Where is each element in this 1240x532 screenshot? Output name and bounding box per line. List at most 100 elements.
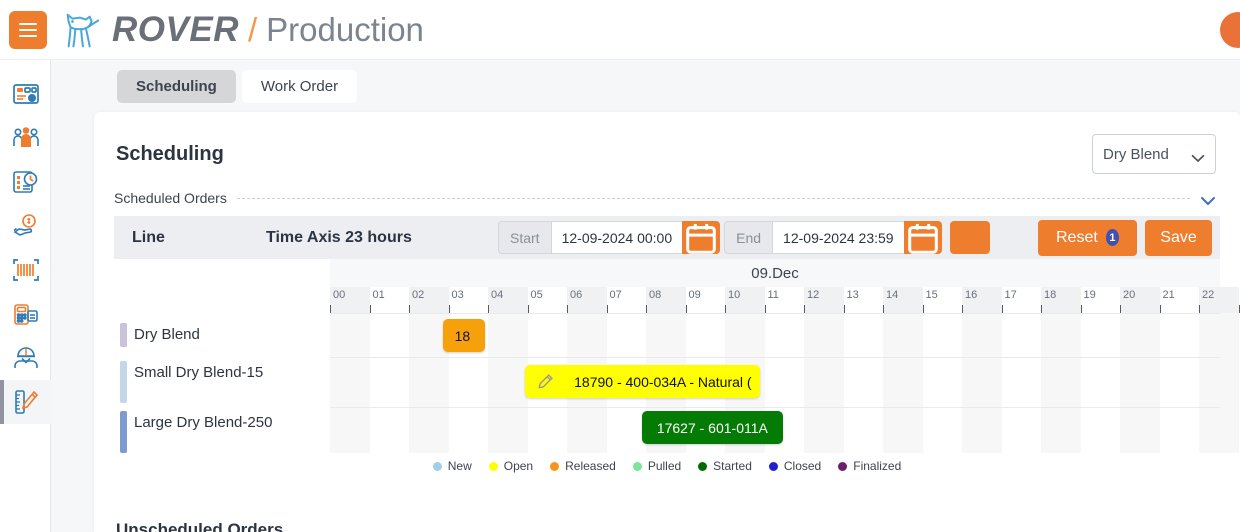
hour-tick-19: 19 bbox=[1080, 287, 1121, 313]
hour-tick-02: 02 bbox=[409, 287, 449, 313]
pencil-icon[interactable] bbox=[537, 373, 554, 390]
gantt-row bbox=[330, 357, 1220, 407]
reset-label: Reset bbox=[1056, 228, 1098, 246]
save-label: Save bbox=[1160, 228, 1197, 246]
brand-separator: / bbox=[247, 10, 258, 48]
legend-color-dot bbox=[632, 461, 642, 471]
line-selector-dropdown[interactable]: Dry Blend bbox=[1092, 134, 1216, 174]
unscheduled-orders-title: Unscheduled Orders bbox=[116, 520, 284, 532]
end-label: End bbox=[724, 221, 773, 254]
hour-tick-17: 17 bbox=[1001, 287, 1042, 313]
legend-label: Closed bbox=[783, 459, 822, 473]
hour-tick-08: 08 bbox=[646, 287, 686, 313]
module-name: Production bbox=[266, 10, 424, 48]
legend-color-dot bbox=[838, 461, 848, 471]
gantt-row-label: Large Dry Blend-250 bbox=[114, 407, 330, 453]
sidebar-item-production-scheduling[interactable] bbox=[0, 380, 51, 424]
start-calendar-icon[interactable] bbox=[682, 221, 721, 254]
gantt-bar[interactable]: 18 bbox=[442, 319, 485, 352]
col-header-time-axis: Time Axis 23 hours bbox=[266, 228, 412, 246]
col-header-line: Line bbox=[132, 228, 165, 246]
legend-color-dot bbox=[432, 461, 442, 471]
hour-tick-11: 11 bbox=[764, 287, 805, 313]
hand-money-icon bbox=[12, 212, 40, 240]
legend-color-dot bbox=[550, 461, 560, 471]
sidebar bbox=[0, 60, 51, 532]
row-label-text: Small Dry Blend-15 bbox=[134, 364, 264, 381]
hour-tick-04: 04 bbox=[488, 287, 528, 313]
hour-tick-07: 07 bbox=[606, 287, 647, 313]
legend-label: Started bbox=[713, 459, 752, 473]
search-button[interactable] bbox=[949, 221, 990, 260]
legend-color-dot bbox=[768, 461, 778, 471]
hour-tick-14: 14 bbox=[883, 287, 923, 313]
legend-label: Open bbox=[503, 459, 534, 473]
scheduled-orders-fieldset-header: Scheduled Orders bbox=[114, 190, 1216, 206]
hour-tick-06: 06 bbox=[567, 287, 607, 313]
sidebar-item-time-report[interactable] bbox=[0, 160, 51, 204]
legend-label: Released bbox=[565, 459, 616, 473]
hour-tick-01: 01 bbox=[369, 287, 410, 313]
chevron-down-icon bbox=[1191, 150, 1205, 162]
scheduling-panel: Scheduling Dry Blend Scheduled Orders Li… bbox=[94, 112, 1240, 532]
scheduled-orders-legend: Scheduled Orders bbox=[114, 190, 227, 206]
gantt-bar-label: 18790 - 400-034A - Natural ( bbox=[574, 373, 752, 390]
start-datetime-group: Start 12-09-2024 00:00 bbox=[498, 221, 721, 254]
sidebar-item-pos-terminal[interactable] bbox=[0, 292, 51, 336]
hamburger-menu-icon[interactable] bbox=[9, 10, 47, 49]
main-content: Scheduling Work Order Scheduling Dry Ble… bbox=[51, 60, 1240, 532]
page-title: Scheduling bbox=[116, 142, 224, 165]
gantt-row-label: Dry Blend bbox=[114, 313, 330, 357]
legend-label: Finalized bbox=[853, 459, 902, 473]
gantt-chart: 09.Dec 00 01 02 03 04 05 06 07 08 09 10 11 12 13 14 15 1… bbox=[114, 259, 1240, 484]
legend-item: Pulled bbox=[632, 459, 681, 473]
divider bbox=[236, 197, 1190, 199]
gantt-legend: New Open Released Pulled Started Closed Finali… bbox=[114, 459, 1220, 473]
legend-item: Released bbox=[550, 459, 616, 473]
app-root: ROVER / Production Scheduling Work Order… bbox=[0, 0, 1240, 532]
hour-tick-16: 16 bbox=[962, 287, 1002, 313]
legend-label: New bbox=[447, 459, 472, 473]
clock-report-icon bbox=[12, 168, 40, 196]
row-label-text: Large Dry Blend-250 bbox=[134, 414, 273, 431]
start-input[interactable]: 12-09-2024 00:00 bbox=[550, 221, 683, 254]
brand: ROVER / Production bbox=[60, 10, 424, 50]
tab-work-order[interactable]: Work Order bbox=[241, 69, 358, 103]
hour-tick-10: 10 bbox=[725, 287, 765, 313]
gantt-grid: 18 18790 - 400-034A - Natural ( 17627 - 60… bbox=[330, 313, 1239, 453]
hour-tick-00: 00 bbox=[330, 287, 370, 313]
sidebar-item-payments[interactable] bbox=[0, 204, 51, 248]
pos-terminal-icon bbox=[12, 300, 40, 328]
hour-tick-09: 09 bbox=[685, 287, 726, 313]
end-calendar-icon[interactable] bbox=[903, 221, 942, 254]
sidebar-item-barcode[interactable] bbox=[0, 248, 51, 292]
tab-strip: Scheduling Work Order bbox=[51, 60, 1240, 112]
reset-button[interactable]: Reset 1 bbox=[1038, 219, 1137, 256]
save-button[interactable]: Save bbox=[1145, 219, 1212, 256]
barcode-scan-icon bbox=[12, 256, 40, 284]
sidebar-item-dashboard[interactable] bbox=[0, 72, 51, 116]
reset-count-badge: 1 bbox=[1105, 229, 1119, 246]
hour-tick-15: 15 bbox=[922, 287, 963, 313]
tab-scheduling[interactable]: Scheduling bbox=[117, 69, 236, 103]
sidebar-item-workforce[interactable] bbox=[0, 336, 51, 380]
gantt-bar[interactable]: 17627 - 601-011A bbox=[642, 411, 783, 444]
worker-helmet-icon bbox=[12, 344, 40, 372]
gantt-bar[interactable]: 18790 - 400-034A - Natural ( bbox=[525, 365, 760, 398]
row-color-marker bbox=[120, 323, 127, 347]
sidebar-item-people[interactable] bbox=[0, 116, 51, 160]
gantt-bar-label: 18 bbox=[454, 327, 471, 344]
legend-item: Started bbox=[698, 459, 752, 473]
collapse-chevron-down-icon[interactable] bbox=[1200, 193, 1216, 206]
user-avatar[interactable] bbox=[1220, 12, 1240, 48]
gantt-hour-axis: 00 01 02 03 04 05 06 07 08 09 10 11 12 13 14 15 16 17 18 19… bbox=[330, 287, 1240, 313]
legend-item: Open bbox=[488, 459, 534, 473]
end-input[interactable]: 12-09-2024 23:59 bbox=[772, 221, 904, 254]
gantt-row-labels: Dry Blend Small Dry Blend-15 Large Dry Ble… bbox=[114, 313, 330, 453]
gantt-toolbar: Line Time Axis 23 hours Start 12-09-2024… bbox=[114, 216, 1220, 260]
hour-tick-12: 12 bbox=[804, 287, 844, 313]
hour-tick-21: 21 bbox=[1159, 287, 1200, 313]
gantt-corner bbox=[114, 259, 330, 287]
hour-tick-03: 03 bbox=[448, 287, 489, 313]
gantt-day-label: 09.Dec bbox=[330, 259, 1220, 287]
